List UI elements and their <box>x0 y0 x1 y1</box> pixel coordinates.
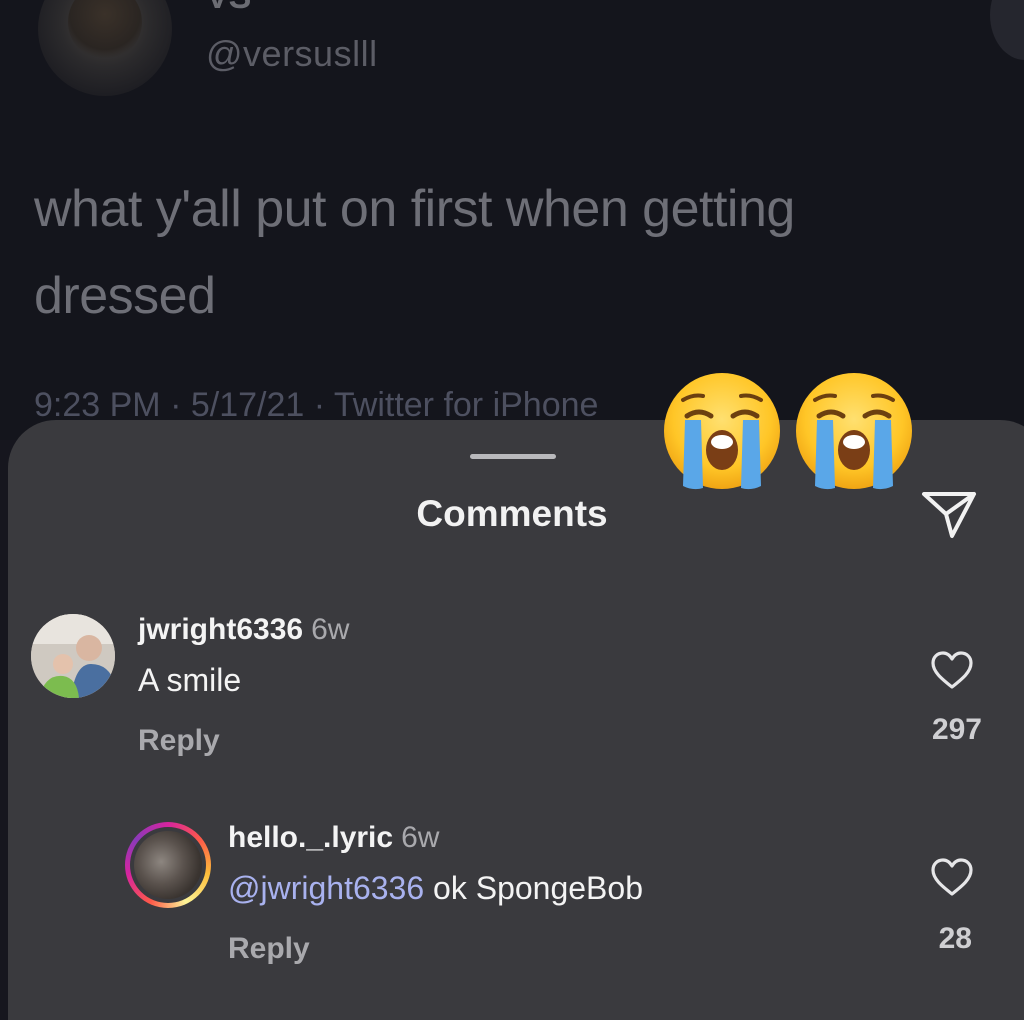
avatar-story-ring[interactable] <box>125 822 211 908</box>
comment-body: A smile <box>138 662 242 698</box>
tweet-handle: @versuslll <box>206 33 378 74</box>
comment-text: @jwright6336 ok SpongeBob <box>228 870 643 907</box>
comment-username-text[interactable]: hello._.lyric <box>228 821 393 854</box>
sheet-drag-handle[interactable] <box>470 454 556 459</box>
reply-button[interactable]: Reply <box>138 724 220 758</box>
like-count: 297 <box>931 713 982 746</box>
avatar[interactable] <box>31 614 115 698</box>
loudly-crying-face-emoji <box>664 373 780 490</box>
tweet-text: what y'all put on first when getting dre… <box>34 180 795 325</box>
reply-button[interactable]: Reply <box>228 932 310 966</box>
loudly-crying-face-emoji <box>796 373 912 490</box>
heart-icon[interactable] <box>930 857 974 897</box>
comment-username[interactable]: hello._.lyric 6w <box>228 821 439 855</box>
like-count: 28 <box>938 922 972 955</box>
paper-plane-icon[interactable] <box>920 488 978 540</box>
tweet-more-button <box>990 0 1024 60</box>
heart-icon[interactable] <box>930 650 974 690</box>
tweet-display-name: VS <box>206 0 251 17</box>
mention-link[interactable]: @jwright6336 <box>228 870 424 906</box>
avatar-ring-gap <box>130 827 206 903</box>
comments-title: Comments <box>416 493 608 534</box>
avatar-photo <box>31 614 115 698</box>
comment-age: 6w <box>401 821 440 854</box>
comment-username[interactable]: jwright6336 6w <box>138 613 349 647</box>
avatar[interactable] <box>134 831 202 899</box>
comment-username-text[interactable]: jwright6336 <box>138 613 303 646</box>
comment-text: A smile <box>138 662 241 699</box>
comment-age: 6w <box>311 613 350 646</box>
tweet-author-avatar <box>38 0 172 96</box>
comment-body: ok SpongeBob <box>433 870 643 906</box>
